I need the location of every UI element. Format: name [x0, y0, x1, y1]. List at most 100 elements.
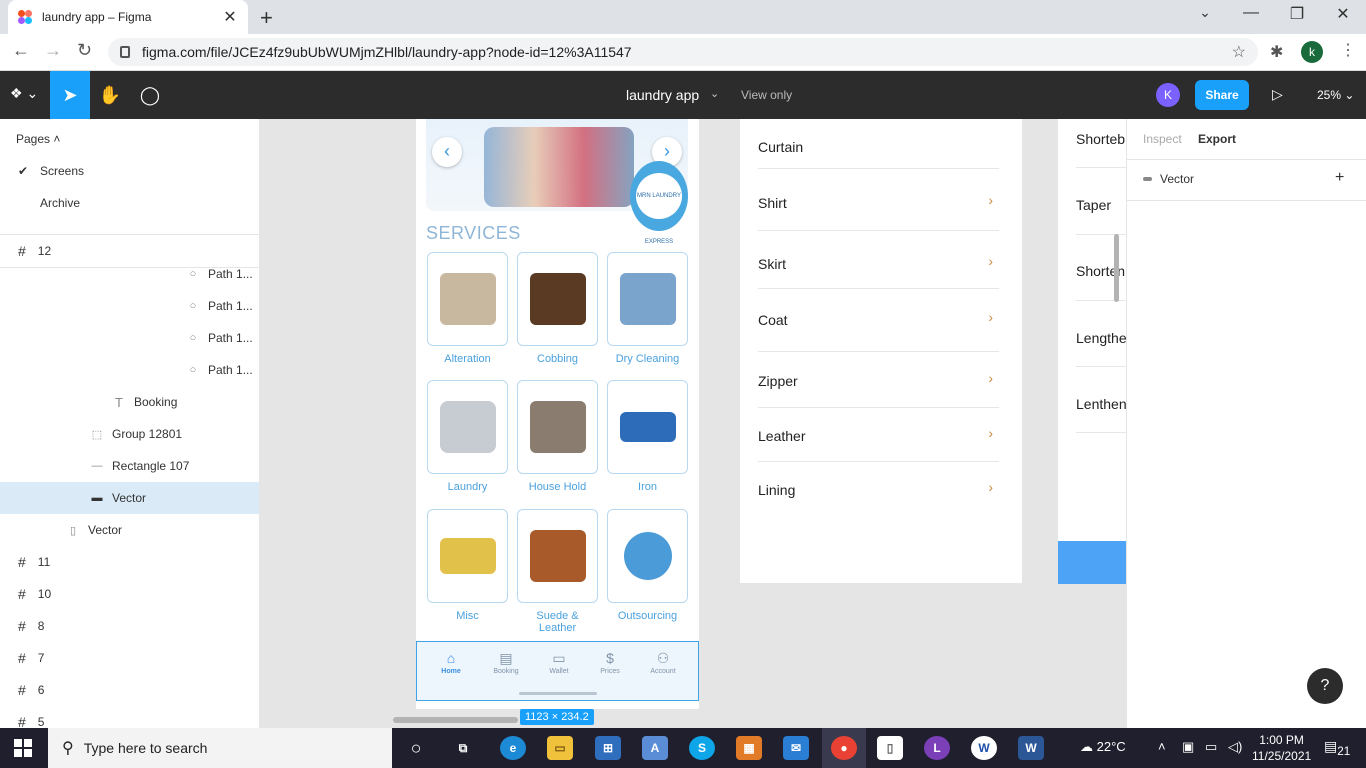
service-laundry[interactable]: Laundry: [427, 380, 508, 493]
tab-inspect[interactable]: Inspect: [1143, 132, 1182, 146]
list-item-label[interactable]: Shorteb: [1076, 131, 1125, 147]
list-item-curtain[interactable]: Curtain: [758, 139, 999, 169]
taskbar-search[interactable]: ⚲ Type here to search: [48, 728, 392, 768]
service-misc[interactable]: Misc: [427, 509, 508, 622]
present-play-icon[interactable]: ▷: [1272, 86, 1283, 103]
word-icon[interactable]: W: [1018, 736, 1044, 760]
layer-path[interactable]: ○ Path 1...: [0, 322, 259, 354]
cortana-circle-icon[interactable]: ○: [403, 736, 429, 760]
comment-tool-icon[interactable]: ◯: [130, 71, 170, 119]
system-clock[interactable]: 1:00 PM 11/25/2021: [1252, 732, 1311, 764]
garment-list-frame[interactable]: Curtain Shirt › Skirt › Coat › Zipper › …: [740, 119, 1022, 583]
layer-group[interactable]: ⬚ Group 12801: [0, 418, 259, 450]
add-export-plus-icon[interactable]: +: [1335, 169, 1344, 187]
extensions-puzzle-icon[interactable]: ✱: [1270, 42, 1283, 62]
vertical-scrollbar[interactable]: [1114, 234, 1119, 302]
weather-widget[interactable]: ☁ 22°C: [1080, 739, 1126, 755]
service-suede-leather[interactable]: Suede & Leather: [517, 509, 598, 634]
address-bar[interactable]: figma.com/file/JCEz4fz9ubUbWUMjmZHlbl/la…: [108, 38, 1258, 66]
mail-icon[interactable]: ✉: [783, 736, 809, 760]
layer-frame-6[interactable]: #6: [0, 674, 259, 706]
share-button[interactable]: Share: [1195, 80, 1249, 110]
office-app-icon[interactable]: ▦: [736, 736, 762, 760]
network-icon[interactable]: ▭: [1205, 739, 1217, 755]
list-item-leather[interactable]: Leather ›: [758, 425, 999, 462]
blue-action-button[interactable]: [1058, 541, 1126, 584]
banner-prev-icon[interactable]: ‹: [432, 137, 462, 167]
service-cobbing[interactable]: Cobbing: [517, 252, 598, 365]
service-dry-cleaning[interactable]: Dry Cleaning: [607, 252, 688, 365]
document-icon[interactable]: ▯: [877, 736, 903, 760]
clock-app-icon[interactable]: L: [924, 736, 950, 760]
help-button[interactable]: ?: [1307, 668, 1343, 704]
nav-booking[interactable]: ▤ Booking: [486, 650, 526, 675]
microsoft-store-icon[interactable]: ⊞: [595, 736, 621, 760]
page-item-screens[interactable]: Screens: [40, 164, 84, 178]
new-tab-button[interactable]: +: [260, 5, 273, 31]
document-title[interactable]: laundry app: [626, 87, 699, 103]
edge-browser-icon[interactable]: e: [500, 736, 526, 760]
zoom-dropdown[interactable]: 25% ⌄: [1317, 88, 1354, 102]
bookmark-star-icon[interactable]: ☆: [1232, 42, 1246, 62]
horizontal-scrollbar[interactable]: [393, 717, 518, 723]
back-arrow-icon[interactable]: ←: [12, 40, 30, 61]
collaborator-avatar[interactable]: K: [1156, 83, 1180, 107]
window-close-button[interactable]: ✕: [1320, 4, 1366, 24]
notification-center-icon[interactable]: ▤21: [1324, 738, 1350, 758]
photos-app-icon[interactable]: A: [642, 736, 668, 760]
move-tool-icon[interactable]: ➤: [50, 71, 90, 119]
list-item-coat[interactable]: Coat ›: [758, 309, 999, 352]
layer-frame-11[interactable]: #11: [0, 546, 259, 578]
service-iron[interactable]: Iron: [607, 380, 688, 493]
task-view-icon[interactable]: ⧉: [450, 736, 476, 760]
list-item-label[interactable]: Taper: [1076, 197, 1111, 213]
file-explorer-icon[interactable]: ▭: [547, 736, 573, 760]
layer-path[interactable]: ○ Path 1...: [0, 258, 259, 290]
tab-export[interactable]: Export: [1198, 132, 1236, 146]
list-item-label[interactable]: Lenthen: [1076, 396, 1126, 412]
list-item-shirt[interactable]: Shirt ›: [758, 192, 999, 231]
reload-icon[interactable]: ↻: [77, 40, 92, 61]
nav-home[interactable]: ⌂ Home: [431, 650, 471, 675]
skype-icon[interactable]: S: [689, 736, 715, 760]
layer-rectangle[interactable]: — Rectangle 107: [0, 450, 259, 482]
document-menu-chevron-icon[interactable]: ⌄: [710, 87, 719, 100]
chrome-browser-icon[interactable]: ●: [831, 736, 857, 760]
tray-chevron-icon[interactable]: ˄: [1158, 739, 1166, 754]
nav-wallet[interactable]: ▭ Wallet: [539, 650, 579, 675]
layer-vector-selected[interactable]: ▬ Vector: [0, 482, 259, 514]
nav-prices[interactable]: $ Prices: [590, 650, 630, 675]
layer-frame-5[interactable]: #5: [0, 706, 259, 728]
alteration-list-frame[interactable]: Shorteb Taper Shorten Lengthe Lenthen: [1058, 119, 1126, 541]
hand-tool-icon[interactable]: ✋: [90, 71, 130, 119]
layer-frame-7[interactable]: #7: [0, 642, 259, 674]
service-house-hold[interactable]: House Hold: [517, 380, 598, 493]
layer-path[interactable]: ○ Path 1...: [0, 290, 259, 322]
nav-account[interactable]: ⚇ Account: [643, 650, 683, 675]
profile-avatar[interactable]: k: [1301, 41, 1323, 63]
list-item-label[interactable]: Lengthe: [1076, 330, 1126, 346]
pages-header[interactable]: Pages ˄: [16, 132, 60, 146]
list-item-zipper[interactable]: Zipper ›: [758, 370, 999, 408]
list-item-skirt[interactable]: Skirt ›: [758, 253, 999, 289]
layer-path[interactable]: ○ Path 1...: [0, 354, 259, 386]
app-circle-icon[interactable]: W: [971, 736, 997, 760]
page-item-archive[interactable]: Archive: [40, 196, 80, 210]
tab-close-icon[interactable]: ✕: [222, 7, 238, 27]
forward-arrow-icon[interactable]: →: [44, 40, 62, 61]
layer-frame-10[interactable]: #10: [0, 578, 259, 610]
layer-vector[interactable]: ▯ Vector: [0, 514, 259, 546]
figma-main-menu-icon[interactable]: ❖ ⌄: [10, 85, 38, 102]
browser-tab[interactable]: laundry app – Figma ✕: [8, 0, 248, 34]
restore-button[interactable]: ❐: [1274, 4, 1320, 24]
meet-now-icon[interactable]: ▣: [1182, 739, 1194, 755]
design-canvas[interactable]: ‹ › MRN LAUNDRY EXPRESS SERVICES Alterat…: [260, 119, 1126, 728]
home-screen-frame[interactable]: ‹ › MRN LAUNDRY EXPRESS SERVICES Alterat…: [416, 119, 699, 709]
volume-icon[interactable]: ◁): [1228, 739, 1242, 755]
bottom-nav-bar-selected[interactable]: ⌂ Home ▤ Booking ▭ Wallet $ Prices ⚇ Acc…: [416, 641, 699, 701]
list-item-lining[interactable]: Lining ›: [758, 479, 999, 498]
browser-menu-icon[interactable]: ⋮: [1340, 40, 1356, 60]
layer-frame-8[interactable]: #8: [0, 610, 259, 642]
tab-search-chevron-icon[interactable]: ⌄: [1182, 4, 1228, 21]
service-outsourcing[interactable]: Outsourcing: [607, 509, 688, 622]
